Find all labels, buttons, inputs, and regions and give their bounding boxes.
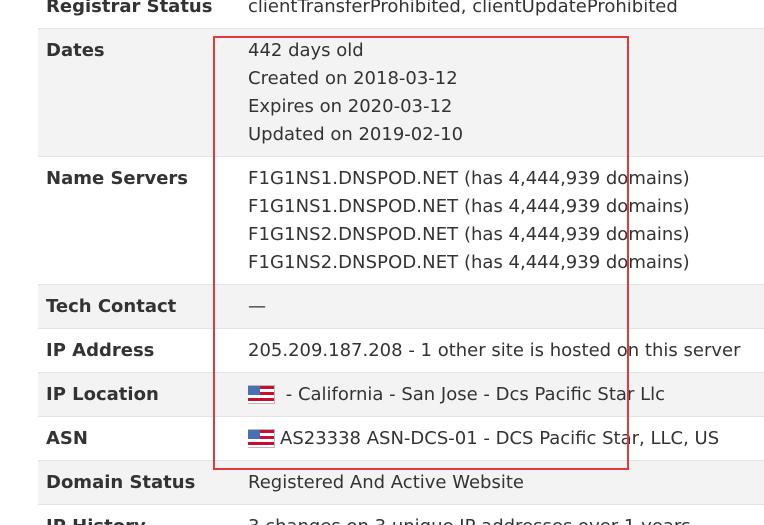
us-flag-icon	[248, 430, 274, 447]
name-server-link[interactable]: F1G1NS2.DNSPOD.NET	[248, 224, 458, 245]
created-date: Created on 2018-03-12	[248, 68, 458, 89]
row-label: Dates	[38, 28, 248, 157]
row-label: Name Servers	[38, 156, 248, 285]
row-asn: ASN AS23338 ASN-DCS-01 - DCS Pacific Sta…	[38, 416, 764, 461]
row-tech-contact: Tech Contact —	[38, 284, 764, 329]
row-value: 205.209.187.208 - 1 other site is hosted…	[248, 328, 764, 373]
row-name-servers: Name Servers F1G1NS1.DNSPOD.NET (has 4,4…	[38, 156, 764, 285]
name-server-link[interactable]: F1G1NS2.DNSPOD.NET	[248, 252, 458, 273]
expires-date: Expires on 2020-03-12	[248, 96, 453, 117]
name-server-link[interactable]: F1G1NS1.DNSPOD.NET	[248, 168, 458, 189]
ip-address-text: 205.209.187.208 - 1 other site is hosted…	[248, 340, 741, 361]
row-value: clientTransferProhibited, clientUpdatePr…	[248, 0, 764, 29]
row-dates: Dates 442 days old Created on 2018-03-12…	[38, 28, 764, 157]
row-value: Registered And Active Website	[248, 460, 764, 505]
updated-date: Updated on 2019-02-10	[248, 124, 464, 145]
row-ip-location: IP Location - California - San Jose - Dc…	[38, 372, 764, 417]
name-server-link[interactable]: F1G1NS1.DNSPOD.NET	[248, 196, 458, 217]
row-value: 442 days old Created on 2018-03-12 Expir…	[248, 28, 764, 157]
us-flag-icon	[248, 386, 274, 403]
row-label: IP Location	[38, 372, 248, 417]
name-server-entry: F1G1NS1.DNSPOD.NET (has 4,444,939 domain…	[248, 168, 690, 189]
whois-viewport: Registrar Status clientTransferProhibite…	[0, 0, 764, 525]
row-label: IP Address	[38, 328, 248, 373]
row-domain-status: Domain Status Registered And Active Webs…	[38, 460, 764, 505]
name-server-entry: F1G1NS1.DNSPOD.NET (has 4,444,939 domain…	[248, 196, 690, 217]
row-value: - California - San Jose - Dcs Pacific St…	[248, 372, 764, 417]
row-label: IP History	[38, 504, 248, 525]
row-ip-history: IP History 3 changes on 3 unique IP addr…	[38, 504, 764, 525]
whois-table: Registrar Status clientTransferProhibite…	[38, 0, 764, 525]
row-label: Registrar Status	[38, 0, 248, 29]
row-value: F1G1NS1.DNSPOD.NET (has 4,444,939 domain…	[248, 156, 764, 285]
row-label: ASN	[38, 416, 248, 461]
row-value: —	[248, 284, 764, 329]
row-value: 3 changes on 3 unique IP addresses over …	[248, 504, 764, 525]
row-label: Tech Contact	[38, 284, 248, 329]
row-label: Domain Status	[38, 460, 248, 505]
name-server-entry: F1G1NS2.DNSPOD.NET (has 4,444,939 domain…	[248, 252, 690, 273]
row-registrar-status: Registrar Status clientTransferProhibite…	[38, 0, 764, 29]
name-server-entry: F1G1NS2.DNSPOD.NET (has 4,444,939 domain…	[248, 224, 690, 245]
domain-age: 442 days old	[248, 40, 364, 61]
row-ip-address: IP Address 205.209.187.208 - 1 other sit…	[38, 328, 764, 373]
row-value: AS23338 ASN-DCS-01 - DCS Pacific Star, L…	[248, 416, 764, 461]
